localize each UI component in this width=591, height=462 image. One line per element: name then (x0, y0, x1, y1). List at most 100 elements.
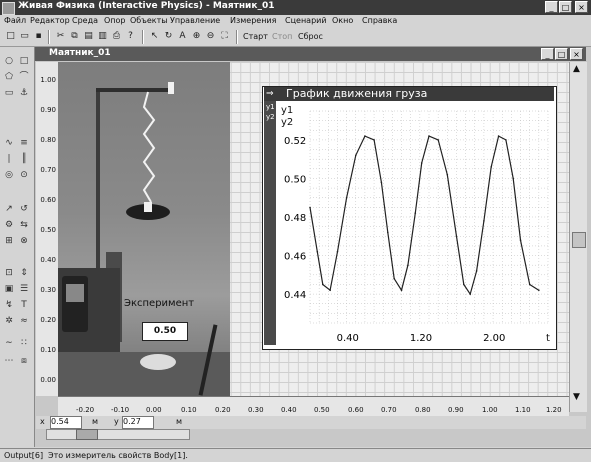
data-point (519, 239, 522, 241)
print-icon[interactable]: ⎙ (110, 30, 123, 43)
save-icon[interactable]: ▪ (32, 30, 45, 43)
menu-objects[interactable]: Объекты (130, 16, 168, 25)
layer-tool-icon[interactable]: ⧈ (18, 355, 30, 367)
vruler-tick: 0.20 (40, 316, 56, 324)
text-box-tool-icon[interactable]: T (18, 299, 30, 311)
y-tick-label: 0.52 (284, 136, 306, 147)
data-point (407, 264, 409, 266)
doc-maximize-button[interactable]: □ (555, 48, 568, 60)
slot-tool-icon[interactable]: ⊞ (3, 235, 15, 247)
rod-tool-icon[interactable]: ║ (18, 153, 30, 165)
damper-tool-icon[interactable]: ≡ (18, 137, 30, 149)
vertical-scrollbar[interactable]: ▲ ▼ (569, 62, 587, 412)
zoom-in-icon[interactable]: ⊕ (190, 30, 203, 43)
menu-measure[interactable]: Измерения (230, 16, 276, 25)
y1-toggle-icon[interactable]: y1 (266, 103, 275, 111)
tool-palette: ○ □ ⬠ ⌒ ▭ ⚓ ∿ ≡ ∣ ║ ◎ ⊙ ↗ ↺ ⚙ ⇆ ⊞ ⊗ ⊡ ⇕ … (0, 47, 35, 447)
y2-toggle-icon[interactable]: y2 (266, 113, 275, 121)
joint-tool-icon[interactable]: ⊗ (18, 235, 30, 247)
button-tool-icon[interactable]: ▣ (3, 283, 15, 295)
anchor-tool-icon[interactable]: ⚓ (18, 87, 30, 99)
air-resist-tool-icon[interactable]: ≈ (18, 315, 30, 327)
curve-tool-icon[interactable]: ⌒ (18, 71, 30, 83)
torque-tool-icon[interactable]: ↺ (18, 203, 30, 215)
wave-tool-icon[interactable]: ∼ (3, 337, 15, 349)
block-tool-icon[interactable]: ▭ (3, 87, 15, 99)
data-point (483, 220, 485, 222)
data-point (469, 293, 471, 295)
help-icon[interactable]: ? (124, 30, 137, 43)
scroll-down-icon[interactable]: ▼ (573, 392, 580, 402)
trace-tool-icon[interactable]: ⋯ (3, 355, 15, 367)
menu-control[interactable]: Управление (170, 16, 220, 25)
menu-file[interactable]: Файл (4, 16, 26, 25)
zoom-out-icon[interactable]: ⊖ (204, 30, 217, 43)
rope-tool-icon[interactable]: ∣ (3, 153, 15, 165)
menu-script[interactable]: Сценарий (285, 16, 327, 25)
field-tool-icon[interactable]: ∷ (18, 337, 30, 349)
rectangle-tool-icon[interactable]: □ (18, 55, 30, 67)
chart-tool-icon[interactable]: ↯ (3, 299, 15, 311)
vruler-tick: 0.60 (40, 196, 56, 204)
reset-button[interactable]: Сброс (298, 32, 323, 41)
new-file-icon[interactable]: □ (4, 30, 17, 43)
copy-icon[interactable]: ⧉ (68, 30, 81, 43)
time-slider-thumb[interactable] (76, 429, 98, 440)
minimize-button[interactable]: _ (545, 1, 558, 13)
pin-tool-icon[interactable]: ⊙ (18, 169, 30, 181)
circle-tool-icon[interactable]: ○ (3, 55, 15, 67)
doc-close-button[interactable]: × (570, 48, 583, 60)
graph-title: График движения груза (264, 87, 554, 101)
scroll-thumb[interactable] (572, 232, 586, 248)
motor-tool-icon[interactable]: ⚙ (3, 219, 15, 231)
force-tool-icon[interactable]: ↗ (3, 203, 15, 215)
data-point (512, 177, 515, 180)
data-point (380, 181, 383, 184)
close-button[interactable]: × (575, 1, 588, 13)
actuator-tool-icon[interactable]: ⇆ (18, 219, 30, 231)
y-coord-field[interactable]: 0.27 (122, 416, 154, 429)
menu-help[interactable]: Справка (362, 16, 397, 25)
data-point (490, 166, 493, 168)
gravity-tool-icon[interactable]: ✲ (3, 315, 15, 327)
stop-button[interactable]: Стоп (272, 32, 292, 41)
hruler-tick: 0.20 (215, 406, 231, 414)
data-point (420, 162, 423, 164)
scroll-up-icon[interactable]: ▲ (573, 64, 580, 74)
data-point (475, 270, 478, 272)
start-button[interactable]: Старт (243, 32, 268, 41)
graph-arrow-icon[interactable]: ⇒ (266, 89, 274, 99)
doc-minimize-button[interactable]: _ (541, 48, 554, 60)
data-point (437, 139, 439, 141)
menu-view[interactable]: Опор (104, 16, 126, 25)
text-tool-icon[interactable]: A (176, 30, 189, 43)
x-coord-field[interactable]: 0.54 (50, 416, 82, 429)
maximize-button[interactable]: □ (559, 1, 572, 13)
pulley-tool-icon[interactable]: ◎ (3, 169, 15, 181)
meter-tool-icon[interactable]: ⊡ (3, 267, 15, 279)
graph-window[interactable]: График движения груза ⇒ y1 y2 y1 y2 0.52… (262, 86, 557, 350)
slider-tool-icon[interactable]: ⇕ (18, 267, 30, 279)
menu-window[interactable]: Окно (332, 16, 353, 25)
x-coord-label: x (40, 417, 45, 426)
polygon-tool-icon[interactable]: ⬠ (3, 71, 15, 83)
fit-to-window-icon[interactable]: ⛶ (218, 30, 231, 43)
app-icon (2, 2, 15, 15)
arrow-tool-icon[interactable]: ↖ (148, 30, 161, 43)
menu-world[interactable]: Среда (72, 16, 98, 25)
data-point (322, 283, 324, 286)
paste-icon[interactable]: ▤ (82, 30, 95, 43)
status-output: Output[6] (4, 451, 44, 460)
delete-icon[interactable]: ▥ (96, 30, 109, 43)
vruler-tick: 0.50 (40, 226, 56, 234)
y-tick-label: 0.46 (284, 252, 306, 263)
time-slider[interactable] (46, 429, 190, 440)
open-file-icon[interactable]: ▭ (18, 30, 31, 43)
menu-tool-icon[interactable]: ☰ (18, 283, 30, 295)
vruler-tick: 0.70 (40, 166, 56, 174)
menu-editor[interactable]: Редактор (30, 16, 70, 25)
vertical-ruler: 1.00 0.90 0.80 0.70 0.60 0.50 0.40 0.30 … (36, 62, 59, 396)
rotate-tool-icon[interactable]: ↻ (162, 30, 175, 43)
cut-icon[interactable]: ✂ (54, 30, 67, 43)
spring-tool-icon[interactable]: ∿ (3, 137, 15, 149)
